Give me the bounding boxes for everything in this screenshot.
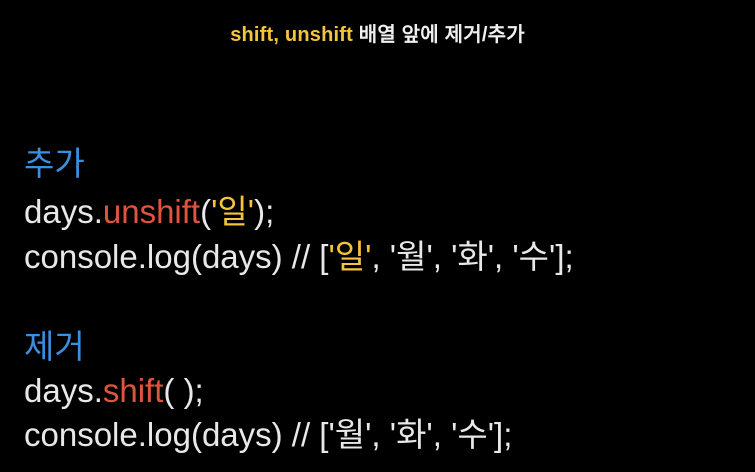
section-add-heading: 추가: [24, 145, 85, 182]
slide: shift, unshift 배열 앞에 제거/추가 추가 days.unshi…: [0, 0, 755, 472]
code-log-new-item: '일': [328, 238, 372, 275]
slide-title: shift, unshift 배열 앞에 제거/추가: [0, 18, 755, 47]
section-remove-heading: 제거: [24, 328, 85, 365]
code-log-rest: , '월', '화', '수'];: [371, 238, 574, 275]
code-unshift-arg: '일': [211, 193, 255, 230]
code-log-after-shift: console.log(days) // ['월', '화', '수'];: [24, 416, 513, 453]
title-description: 배열 앞에 제거/추가: [352, 24, 525, 46]
code-unshift-line: days.unshift('일');: [24, 193, 274, 231]
code-unshift-open: (: [200, 193, 212, 230]
code-shift-method: shift: [102, 372, 164, 409]
code-shift-line: days.shift( );: [24, 372, 204, 410]
code-unshift-method: unshift: [102, 193, 201, 230]
code-shift-rest: ( );: [163, 372, 204, 409]
code-unshift-close: );: [254, 193, 275, 230]
title-methods: shift, unshift: [230, 24, 353, 46]
code-log-prefix: console.log(days) // [: [24, 238, 329, 275]
code-log-after-unshift: console.log(days) // ['일', '월', '화', '수'…: [24, 238, 574, 276]
code-shift-prefix: days.: [24, 372, 103, 409]
code-unshift-prefix: days.: [24, 193, 103, 230]
